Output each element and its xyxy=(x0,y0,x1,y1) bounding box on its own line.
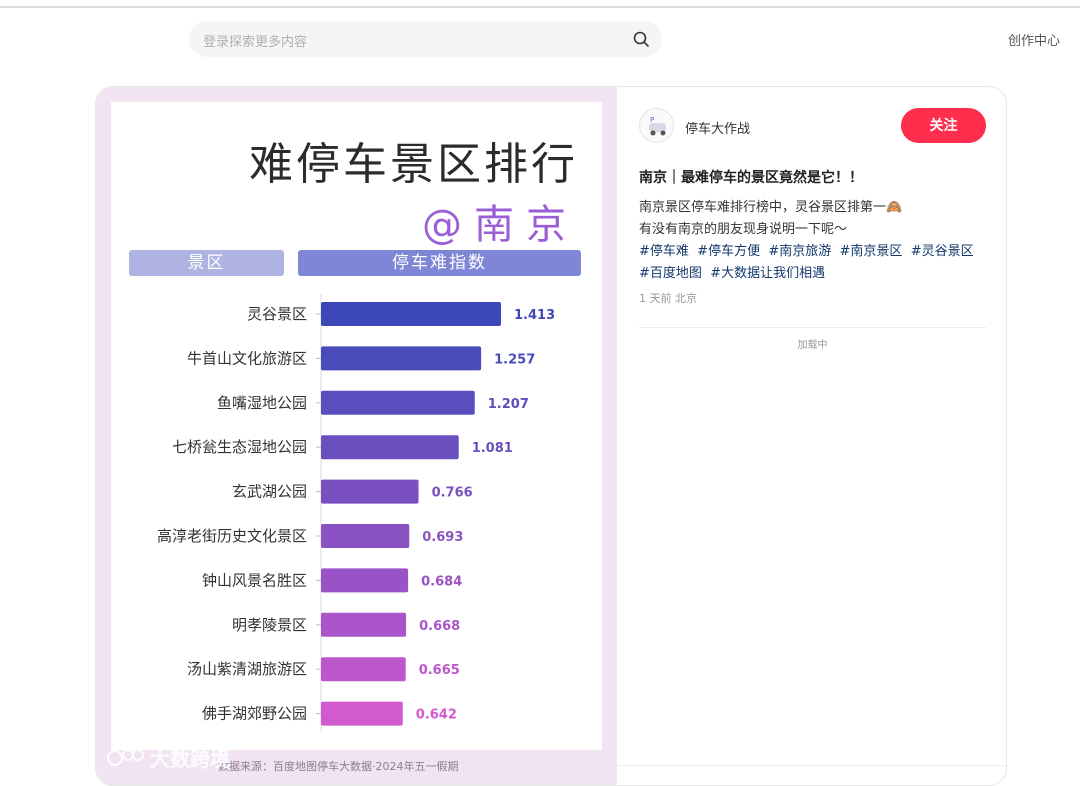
value-label: 1.207 xyxy=(488,397,529,412)
bar xyxy=(321,524,410,548)
category-label: 鱼嘴湿地公园 xyxy=(217,394,307,412)
note-tags: #停车难 #停车方便 #南京旅游 #南京景区 #灵谷景区 #百度地图 #大数据让… xyxy=(639,241,989,285)
category-label: 玄武湖公园 xyxy=(232,483,307,501)
category-label: 灵谷景区 xyxy=(247,305,307,323)
tag-link[interactable]: #百度地图 xyxy=(639,266,702,281)
creator-center-link[interactable]: 创作中心 xyxy=(1008,30,1060,49)
tag-link[interactable]: #大数据让我们相遇 xyxy=(710,266,825,281)
author-avatar[interactable]: P xyxy=(639,108,674,143)
watermark-logo-icon xyxy=(107,748,144,766)
author-name[interactable]: 停车大作战 xyxy=(685,118,750,137)
note-card: 难停车景区排行 @南京 景区 停车难指数 灵谷景区 1.413 牛首山文化旅游区 1.… xyxy=(95,86,1007,786)
bar xyxy=(321,657,406,682)
value-label: 0.766 xyxy=(432,486,473,501)
watermark-text: 大数跨境 xyxy=(150,747,230,771)
divider xyxy=(617,765,1006,766)
category-label: 七桥瓮生态湿地公园 xyxy=(172,438,307,456)
value-label: 1.081 xyxy=(472,441,513,456)
bar xyxy=(321,302,501,326)
value-label: 1.413 xyxy=(514,308,555,323)
note-image[interactable]: 难停车景区排行 @南京 景区 停车难指数 灵谷景区 1.413 牛首山文化旅游区 1.… xyxy=(96,87,617,785)
avatar-icon: P xyxy=(649,116,666,136)
category-label: 牛首山文化旅游区 xyxy=(187,349,307,367)
bar-chart: 灵谷景区 1.413 牛首山文化旅游区 1.257 鱼嘴湿地公园 1.207 七桥瓮生态湿地… xyxy=(157,294,555,732)
value-label: 0.665 xyxy=(419,663,460,678)
note-title: 南京｜最难停车的景区竟然是它！！ xyxy=(639,170,863,186)
search-input[interactable]: 登录探索更多内容 xyxy=(203,31,307,50)
tag-link[interactable]: #南京旅游 xyxy=(768,244,831,259)
tag-link[interactable]: #南京景区 xyxy=(840,244,903,259)
category-label: 汤山紫清湖旅游区 xyxy=(187,660,307,678)
bar xyxy=(321,479,419,504)
search-icon[interactable] xyxy=(632,30,650,48)
bar xyxy=(321,612,407,637)
divider xyxy=(639,327,986,328)
poster: 难停车景区排行 @南京 景区 停车难指数 灵谷景区 1.413 牛首山文化旅游区 1.… xyxy=(111,102,602,750)
loading-text: 加载中 xyxy=(797,340,828,351)
follow-button[interactable]: 关注 xyxy=(901,108,986,143)
category-label: 高淳老街历史文化景区 xyxy=(157,527,307,545)
bar xyxy=(321,390,475,415)
data-source: 数据来源：百度地图停车大数据·2024年五一假期 xyxy=(218,760,459,773)
bar xyxy=(321,701,403,726)
bar xyxy=(321,568,409,593)
bar xyxy=(321,435,459,460)
bar xyxy=(321,346,482,371)
search-bar[interactable]: 登录探索更多内容 xyxy=(189,21,662,57)
svg-text:P: P xyxy=(650,116,654,124)
note-line-2: 有没有南京的朋友现身说明一下呢～ xyxy=(639,222,848,237)
note-line-1: 南京景区停车难排行榜中，灵谷景区排第一🙈 xyxy=(639,200,903,215)
value-label: 0.642 xyxy=(416,708,457,723)
author-row: P 停车大作战 关注 xyxy=(639,108,986,148)
value-label: 1.257 xyxy=(494,352,535,367)
watermark: 大数跨境 xyxy=(106,743,230,772)
value-label: 0.693 xyxy=(422,530,463,545)
category-label: 明孝陵景区 xyxy=(232,616,307,634)
note-body: 南京景区停车难排行榜中，灵谷景区排第一🙈 有没有南京的朋友现身说明一下呢～ #停… xyxy=(639,197,989,285)
value-label: 0.684 xyxy=(421,574,462,589)
tag-link[interactable]: #灵谷景区 xyxy=(911,244,974,259)
top-divider xyxy=(0,6,1080,8)
category-label: 佛手湖郊野公园 xyxy=(202,705,307,723)
category-label: 钟山风景名胜区 xyxy=(202,571,307,589)
tag-link[interactable]: #停车难 xyxy=(639,244,689,259)
value-label: 0.668 xyxy=(419,619,460,634)
tag-link[interactable]: #停车方便 xyxy=(697,244,760,259)
note-meta: 1 天前 北京 xyxy=(639,292,697,305)
